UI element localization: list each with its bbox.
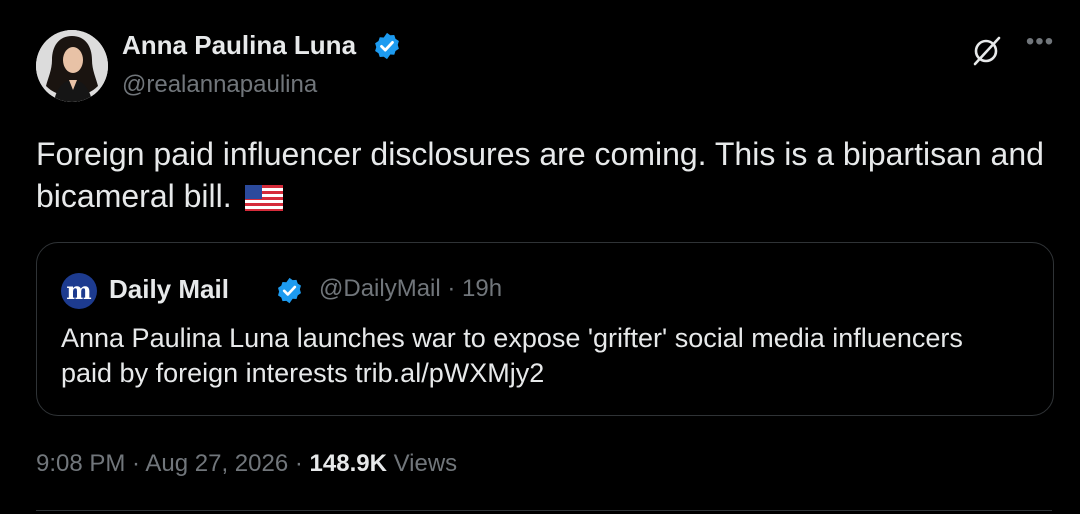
quoted-tweet-card[interactable]: m Daily Mail @DailyMail · 19h Anna Pauli… bbox=[36, 242, 1054, 416]
quoted-tweet-text: Anna Paulina Luna launches war to expose… bbox=[61, 323, 963, 388]
views-label: Views bbox=[386, 450, 458, 477]
tweet-post: Anna Paulina Luna @realannapaulina ••• F… bbox=[0, 0, 1080, 514]
author-handle[interactable]: @realannapaulina bbox=[122, 71, 317, 99]
post-metadata: 9:08 PM · Aug 27, 2026 · 148.9K Views bbox=[36, 450, 457, 478]
more-options-icon[interactable]: ••• bbox=[1022, 28, 1058, 62]
quoted-handle[interactable]: @DailyMail bbox=[319, 275, 441, 302]
meta-separator: · bbox=[125, 450, 146, 477]
verified-badge-icon bbox=[375, 32, 399, 60]
post-time[interactable]: 9:08 PM bbox=[36, 450, 125, 477]
quoted-timestamp[interactable]: 19h bbox=[462, 275, 502, 302]
views-count[interactable]: 148.9K bbox=[310, 450, 387, 477]
daily-mail-logo[interactable]: m bbox=[61, 273, 97, 309]
verified-badge-icon bbox=[278, 277, 301, 304]
grok-icon[interactable] bbox=[970, 34, 1004, 68]
avatar[interactable] bbox=[36, 30, 108, 102]
post-text: Foreign paid influencer disclosures are … bbox=[36, 133, 1056, 217]
post-date[interactable]: Aug 27, 2026 bbox=[145, 450, 288, 477]
post-text-body: Foreign paid influencer disclosures are … bbox=[36, 136, 1044, 214]
meta-separator: · bbox=[288, 450, 310, 477]
quoted-separator: · bbox=[440, 275, 463, 302]
us-flag-emoji bbox=[244, 185, 283, 211]
author-name[interactable]: Anna Paulina Luna bbox=[122, 30, 356, 61]
quoted-author-handle: @DailyMail · 19h bbox=[319, 275, 502, 303]
divider bbox=[36, 510, 1052, 511]
quoted-author-name[interactable]: Daily Mail bbox=[109, 274, 229, 305]
